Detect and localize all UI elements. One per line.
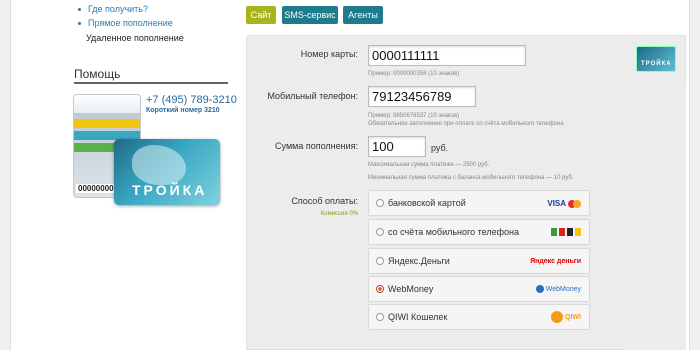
logo-text: ТРОЙКА bbox=[641, 61, 672, 67]
radio-icon[interactable] bbox=[376, 257, 384, 265]
visa-text: VISA bbox=[547, 199, 567, 208]
phone-hint-required: Обязательное заполнение при оплате со сч… bbox=[368, 121, 564, 127]
amount-unit: руб. bbox=[431, 143, 449, 153]
payment-option-qiwi[interactable]: QIWI Кошелек QIWI bbox=[368, 304, 590, 330]
sidebar-item-direct-topup[interactable]: Прямое пополнение bbox=[78, 16, 173, 31]
payment-option-yandex-money[interactable]: Яндекс.Деньги Яндекс деньги bbox=[368, 248, 590, 274]
payment-option-bank-card[interactable]: банковской картой VISA bbox=[368, 190, 590, 216]
sidebar-item-where-to-get[interactable]: Где получить? bbox=[78, 2, 148, 17]
radio-icon[interactable] bbox=[376, 228, 384, 236]
tab-site[interactable]: Сайт bbox=[246, 6, 276, 24]
yandex-money-icon: Яндекс деньги bbox=[530, 255, 581, 269]
card-number-hint: Пример: 0000000358 (10 знаков) bbox=[368, 71, 460, 77]
amount-min-hint: Минимальная сумма платежа с баланса моби… bbox=[368, 175, 574, 181]
sidebar-item-label[interactable]: Где получить? bbox=[88, 4, 148, 14]
payment-option-label: WebMoney bbox=[388, 284, 434, 294]
sidebar-item-label: Удаленное пополнение bbox=[86, 33, 184, 43]
visa-mastercard-icon: VISA bbox=[547, 197, 581, 211]
commission-note: Комиссия 0% bbox=[320, 211, 358, 217]
phone-label: Мобильный телефон: bbox=[267, 91, 358, 101]
sidebar-item-remote-topup[interactable]: Удаленное пополнение bbox=[86, 31, 184, 46]
payment-method-label: Способ оплаты: bbox=[291, 196, 358, 206]
amount-input[interactable]: 100 bbox=[368, 136, 426, 157]
tab-agents[interactable]: Агенты bbox=[343, 6, 383, 24]
help-divider bbox=[74, 82, 228, 84]
payment-option-label: со счёта мобильного телефона bbox=[388, 227, 519, 237]
card-number-input[interactable]: 0000111111 bbox=[368, 45, 526, 66]
tab-sms-service[interactable]: SMS-сервис bbox=[282, 6, 338, 24]
sidebar-item-label[interactable]: Прямое пополнение bbox=[88, 18, 173, 28]
bullet-icon bbox=[78, 8, 81, 12]
card-number-label: Номер карты: bbox=[300, 49, 358, 59]
payment-option-label: банковской картой bbox=[388, 198, 466, 208]
qiwi-text: QIWI bbox=[565, 314, 581, 321]
troika-card-image: ТРОЙКА bbox=[114, 139, 220, 205]
troika-logo: ТРОЙКА bbox=[636, 46, 676, 72]
payment-option-mobile[interactable]: со счёта мобильного телефона bbox=[368, 219, 590, 245]
webmoney-icon: WebMoney bbox=[535, 283, 581, 297]
help-phone[interactable]: +7 (495) 789-3210 bbox=[146, 94, 237, 106]
card-brand: ТРОЙКА bbox=[132, 182, 208, 198]
amount-label: Сумма пополнения: bbox=[275, 141, 358, 151]
amount-max-hint: Максимальная сумма платежа — 2500 руб. bbox=[368, 162, 490, 168]
phone-hint: Пример: 9650676537 (10 знаков) bbox=[368, 113, 460, 119]
mobile-operators-icon bbox=[551, 226, 581, 240]
yandex-money-text: Яндекс деньги bbox=[530, 258, 581, 265]
bullet-icon bbox=[78, 22, 81, 26]
payment-option-label: Яндекс.Деньги bbox=[388, 256, 450, 266]
radio-icon[interactable] bbox=[376, 199, 384, 207]
card-stripe-icon bbox=[74, 119, 140, 128]
short-number: Короткий номер 3210 bbox=[146, 107, 220, 114]
help-title: Помощь bbox=[74, 67, 121, 81]
qiwi-icon: QIWI bbox=[551, 311, 581, 325]
card-number: 00000000 bbox=[76, 184, 116, 193]
webmoney-text: WebMoney bbox=[545, 286, 581, 293]
radio-selected-icon[interactable] bbox=[376, 285, 384, 293]
payment-option-webmoney[interactable]: WebMoney WebMoney bbox=[368, 276, 590, 302]
horse-image bbox=[132, 145, 186, 185]
payment-option-label: QIWI Кошелек bbox=[388, 312, 448, 322]
radio-icon[interactable] bbox=[376, 313, 384, 321]
right-column bbox=[624, 84, 686, 350]
phone-input[interactable]: 79123456789 bbox=[368, 86, 476, 107]
